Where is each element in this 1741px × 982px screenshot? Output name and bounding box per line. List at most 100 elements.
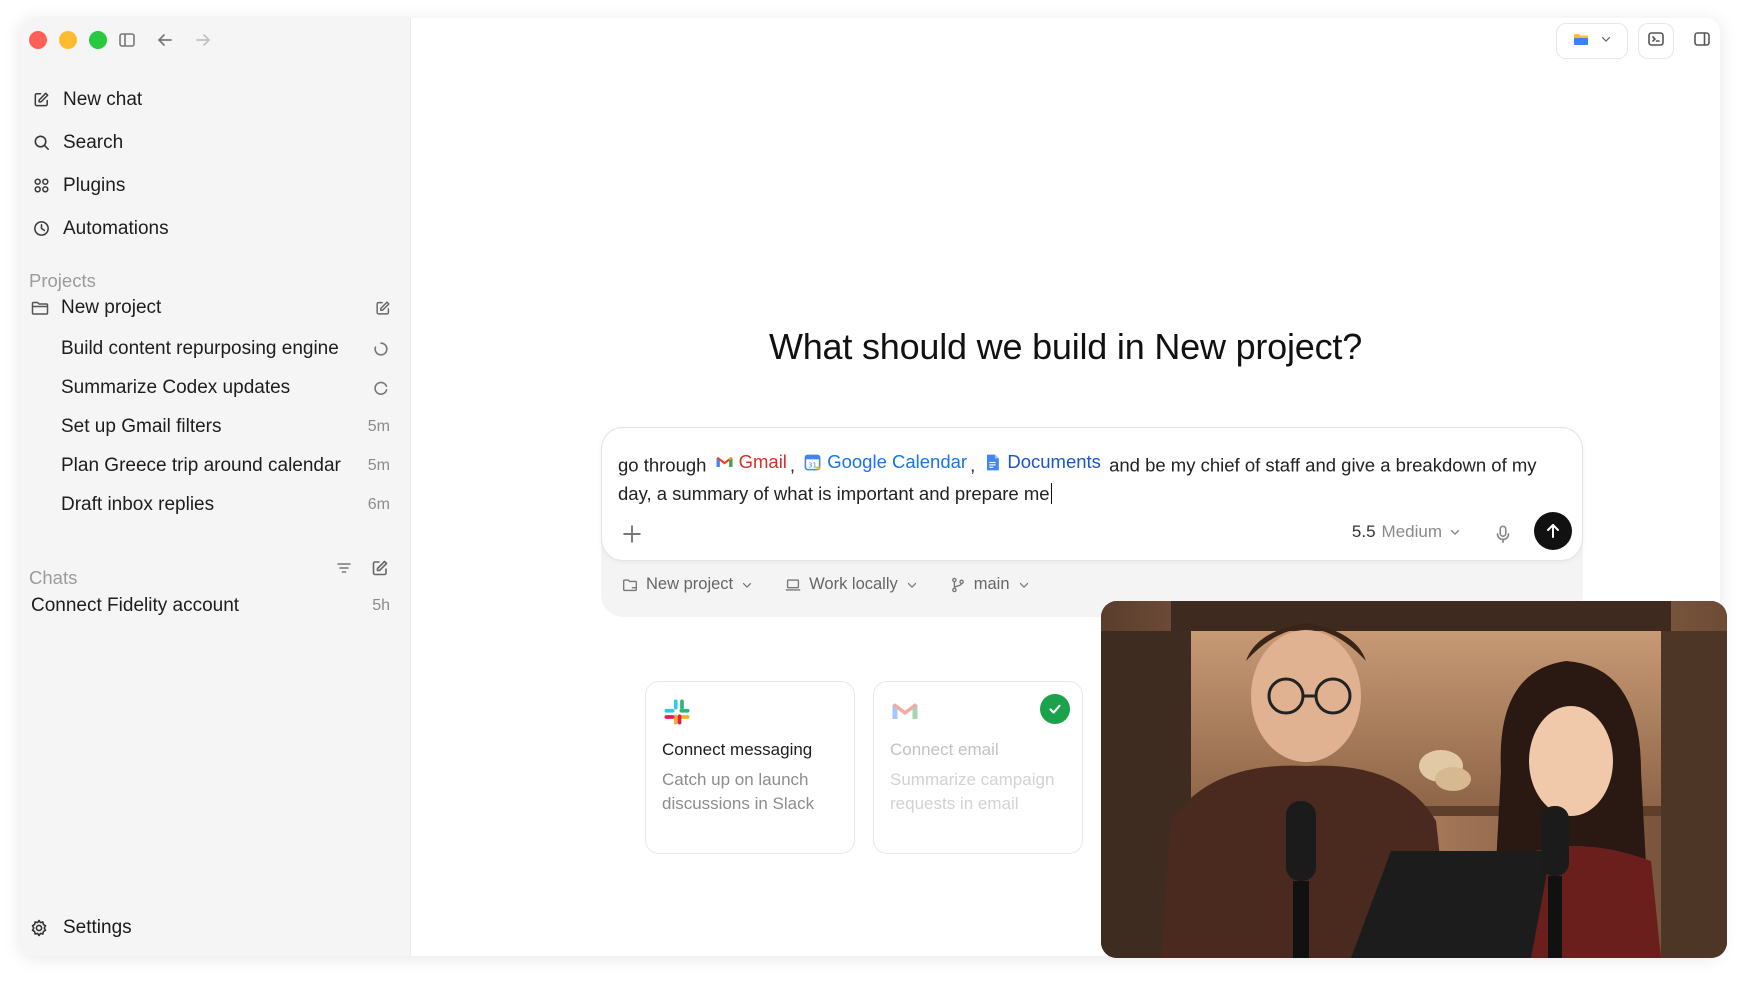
back-arrow-icon[interactable] <box>154 29 176 51</box>
window-controls <box>29 31 107 49</box>
prompt-text: go through <box>618 454 707 476</box>
gmail-mention-chip[interactable]: Gmail <box>715 448 787 476</box>
close-window-button[interactable] <box>29 31 47 49</box>
project-chat-label: Set up Gmail filters <box>61 416 222 437</box>
compose-icon <box>30 89 52 111</box>
card-description: Catch up on launch discussions in Slack <box>662 770 815 813</box>
google-calendar-icon: 31 <box>804 454 821 470</box>
add-attachment-button[interactable] <box>620 522 644 546</box>
gmail-label: Gmail <box>738 451 787 472</box>
project-chat-label: Draft inbox replies <box>61 494 215 515</box>
prompt-separator: , <box>970 454 976 476</box>
laptop-icon <box>785 578 801 591</box>
terminal-icon <box>1646 29 1666 54</box>
project-selector-label: New project <box>646 575 734 593</box>
chevron-down-icon <box>1450 529 1460 535</box>
prompt-input[interactable]: go through Gmail , 31 Google Calendar , … <box>618 448 1558 508</box>
location-selector-label: Work locally <box>809 575 898 593</box>
model-selector[interactable]: 5.5 Medium <box>1352 522 1462 542</box>
project-chat-item[interactable]: Summarize Codex updates <box>20 368 410 408</box>
sidebar-item-new-chat[interactable]: New chat <box>20 78 410 121</box>
sidebar-item-search[interactable]: Search <box>20 121 410 164</box>
project-chat-item[interactable]: Set up Gmail filters 5m <box>20 407 410 447</box>
text-caret <box>1050 482 1052 504</box>
right-panel-toggle[interactable] <box>1684 23 1720 59</box>
forward-arrow-icon[interactable] <box>192 29 214 51</box>
gear-icon <box>29 917 51 939</box>
project-folder-icon <box>623 578 637 591</box>
model-version: 5.5 <box>1351 522 1376 541</box>
documents-mention-chip[interactable]: Documents <box>983 448 1101 476</box>
prompt-separator: , <box>789 454 796 476</box>
prompt-composer[interactable]: go through Gmail , 31 Google Calendar , … <box>601 427 1583 561</box>
new-chat-compose-icon[interactable] <box>370 558 392 580</box>
project-name: New project <box>61 297 162 318</box>
chevron-down-icon <box>1599 32 1613 51</box>
new-project-chat-icon[interactable] <box>374 299 392 317</box>
microphone-button[interactable] <box>1492 523 1514 545</box>
project-chat-item[interactable]: Draft inbox replies 6m <box>20 485 410 525</box>
chevron-down-icon <box>907 582 916 588</box>
project-chat-label: Plan Greece trip around calendar <box>61 455 341 476</box>
page-title: What should we build in New project? <box>768 326 1363 367</box>
chat-timestamp: 5m <box>367 418 390 435</box>
model-effort: Medium <box>1381 522 1442 541</box>
sidebar-item-label: Plugins <box>63 174 126 196</box>
maximize-window-button[interactable] <box>89 31 107 49</box>
toolbar <box>1556 23 1720 59</box>
chat-item[interactable]: Connect Fidelity account 5h <box>20 586 410 626</box>
open-in-folder-dropdown[interactable] <box>1556 23 1628 59</box>
sidebar: New chat Search Plugins Automations Proj… <box>20 18 411 956</box>
sidebar-item-automations[interactable]: Automations <box>20 207 410 250</box>
arrow-up-icon <box>1547 524 1559 538</box>
documents-label: Documents <box>1007 451 1101 472</box>
project-selector[interactable]: New project <box>621 575 754 594</box>
svg-text:31: 31 <box>808 460 817 469</box>
composer-container: go through Gmail , 31 Google Calendar , … <box>601 427 1583 617</box>
connected-check-icon <box>1040 694 1070 724</box>
card-title: Connect email <box>890 740 999 759</box>
send-button[interactable] <box>1534 512 1572 550</box>
suggestion-card-email[interactable]: Connect email Summarize campaign request… <box>873 681 1083 854</box>
sidebar-item-label: New chat <box>63 88 143 110</box>
settings-label: Settings <box>63 917 132 938</box>
sidebar-item-label: Search <box>63 131 124 153</box>
sidebar-toggle-icon[interactable] <box>116 29 138 51</box>
plugins-icon <box>30 175 52 197</box>
loading-spinner-icon <box>372 379 390 397</box>
git-branch-icon <box>951 577 964 592</box>
card-title: Connect messaging <box>662 740 813 759</box>
chevron-down-icon <box>742 582 752 588</box>
microphone-icon <box>1496 525 1510 544</box>
chat-timestamp: 6m <box>367 496 390 513</box>
folder-icon <box>30 297 52 319</box>
project-chat-item[interactable]: Plan Greece trip around calendar 5m <box>20 446 410 486</box>
project-folder-new-project[interactable]: New project <box>20 288 410 328</box>
card-description: Summarize campaign requests in email <box>890 770 1055 813</box>
sidebar-item-plugins[interactable]: Plugins <box>20 164 410 207</box>
folder-color-icon <box>1571 29 1591 54</box>
filter-icon[interactable] <box>334 558 356 580</box>
loading-spinner-icon <box>372 340 390 358</box>
gmail-icon <box>716 456 733 467</box>
branch-selector-label: main <box>973 575 1010 593</box>
location-selector[interactable]: Work locally <box>784 575 919 594</box>
minimize-window-button[interactable] <box>59 31 77 49</box>
panel-icon <box>1692 29 1712 54</box>
docs-icon <box>987 454 1000 470</box>
clock-icon <box>30 218 52 240</box>
gmail-icon <box>892 703 918 719</box>
slack-icon <box>664 699 690 725</box>
chat-label: Connect Fidelity account <box>31 595 240 616</box>
branch-selector[interactable]: main <box>949 575 1031 594</box>
sidebar-nav: New chat Search Plugins Automations <box>20 78 410 250</box>
terminal-button[interactable] <box>1638 23 1674 59</box>
calendar-mention-chip[interactable]: 31 Google Calendar <box>803 448 967 476</box>
video-overlay[interactable] <box>1101 601 1727 958</box>
search-icon <box>30 132 52 154</box>
calendar-label: Google Calendar <box>827 451 968 472</box>
settings-button[interactable]: Settings <box>29 908 132 948</box>
project-chat-item[interactable]: Build content repurposing engine <box>20 329 410 369</box>
suggestion-card-messaging[interactable]: Connect messaging Catch up on launch dis… <box>645 681 855 854</box>
sidebar-item-label: Automations <box>63 217 169 239</box>
